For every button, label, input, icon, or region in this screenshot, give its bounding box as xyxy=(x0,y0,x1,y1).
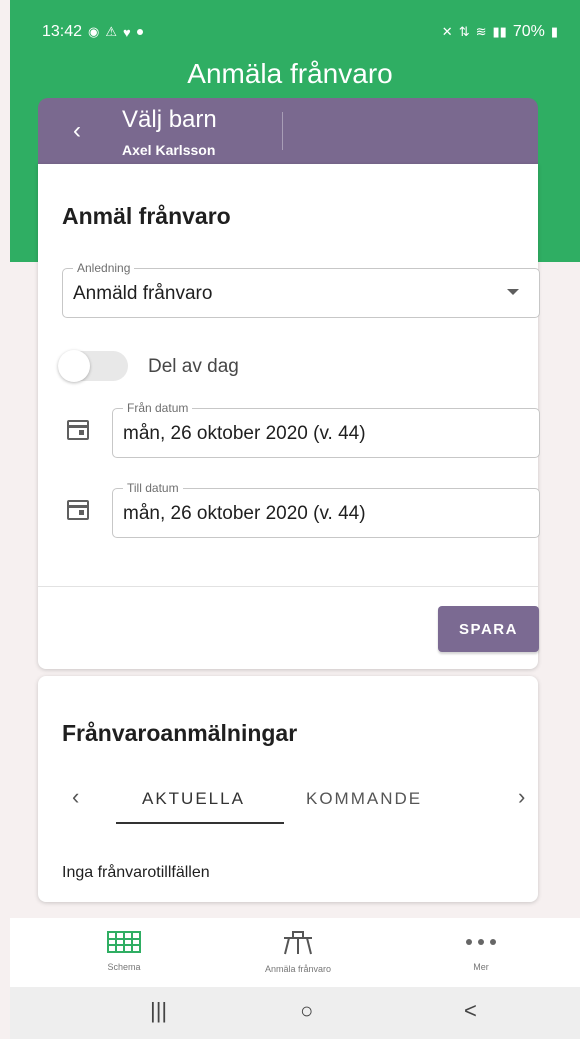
reason-label: Anledning xyxy=(73,261,135,275)
bottom-navigation: Schema Anmäla frånvaro Mer xyxy=(10,918,580,987)
chevron-down-icon xyxy=(507,289,519,295)
to-date-label: Till datum xyxy=(123,481,183,495)
calendar-icon[interactable] xyxy=(67,500,89,520)
toggle-knob[interactable] xyxy=(58,350,90,382)
status-twitter-icon: ♥ xyxy=(123,24,131,40)
child-selector-title: Välj barn xyxy=(122,106,217,133)
schedule-icon xyxy=(107,931,141,953)
status-dot-icon xyxy=(136,29,143,35)
child-selector[interactable] xyxy=(38,98,538,164)
reason-select[interactable]: Anledning Anmäld frånvaro xyxy=(62,261,540,318)
child-bar-divider xyxy=(282,112,283,150)
part-of-day-label: Del av dag xyxy=(148,356,239,377)
from-date-field[interactable]: Från datum mån, 26 oktober 2020 (v. 44) xyxy=(112,401,540,458)
app-title: Anmäla frånvaro xyxy=(187,58,393,89)
calendar-icon[interactable] xyxy=(67,420,89,440)
status-time: 13:42 xyxy=(42,23,83,40)
status-notification-icon: ◉ xyxy=(88,24,100,39)
schedule-nav-label: Schema xyxy=(107,962,141,972)
network-icon: ▮▮ xyxy=(492,24,507,39)
status-bar: 13:42 ◉ ⚠ ♥ ✕ ⇅ ≋ ▮▮ 70% ▮ xyxy=(42,18,558,46)
android-system-navigation: ||| ○ < xyxy=(10,987,580,1039)
status-right: ✕ ⇅ ≋ ▮▮ 70% ▮ xyxy=(442,23,558,41)
to-date-field[interactable]: Till datum mån, 26 oktober 2020 (v. 44) xyxy=(112,481,540,538)
active-tab-indicator xyxy=(116,822,284,824)
more-icon xyxy=(466,939,496,945)
tab-upcoming[interactable]: KOMMANDE xyxy=(306,789,422,809)
form-divider xyxy=(38,586,538,587)
from-date-value: mån, 26 oktober 2020 (v. 44) xyxy=(123,423,366,444)
bottom-nav-more[interactable]: Mer xyxy=(426,930,536,972)
back-chevron-icon[interactable]: ‹ xyxy=(73,119,89,143)
status-left: 13:42 ◉ ⚠ ♥ xyxy=(42,23,143,41)
bottom-nav-absence[interactable]: Anmäla frånvaro xyxy=(243,930,353,974)
wifi-icon: ≋ xyxy=(475,24,487,39)
notifications-title: Frånvaroanmälningar xyxy=(62,720,298,746)
child-name: Axel Karlsson xyxy=(122,142,216,158)
part-of-day-toggle[interactable] xyxy=(58,350,128,382)
to-date-value: mån, 26 oktober 2020 (v. 44) xyxy=(123,503,366,524)
save-button[interactable]: SPARA xyxy=(438,606,539,652)
reason-value: Anmäld frånvaro xyxy=(73,283,213,304)
mute-icon: ✕ xyxy=(441,24,453,39)
tabs-left-arrow-icon[interactable]: ‹ xyxy=(72,784,79,810)
absence-form-title: Anmäl frånvaro xyxy=(62,203,231,229)
desk-icon xyxy=(284,931,312,955)
battery-percent: 70% xyxy=(512,23,545,40)
absence-nav-label: Anmäla frånvaro xyxy=(264,964,332,974)
recent-apps-button[interactable]: ||| xyxy=(150,998,167,1024)
bottom-nav-schedule[interactable]: Schema xyxy=(69,930,179,972)
more-nav-label: Mer xyxy=(473,962,489,972)
home-button[interactable]: ○ xyxy=(300,998,313,1024)
from-date-label: Från datum xyxy=(123,401,193,415)
battery-icon: ▮ xyxy=(550,24,558,39)
status-alert-icon: ⚠ xyxy=(105,24,118,39)
signal-icon: ⇅ xyxy=(458,24,470,39)
back-button[interactable]: < xyxy=(464,998,477,1024)
tabs-right-arrow-icon[interactable]: › xyxy=(518,784,525,810)
empty-state-text: Inga frånvarotillfällen xyxy=(62,864,210,881)
tab-current[interactable]: AKTUELLA xyxy=(142,789,245,809)
